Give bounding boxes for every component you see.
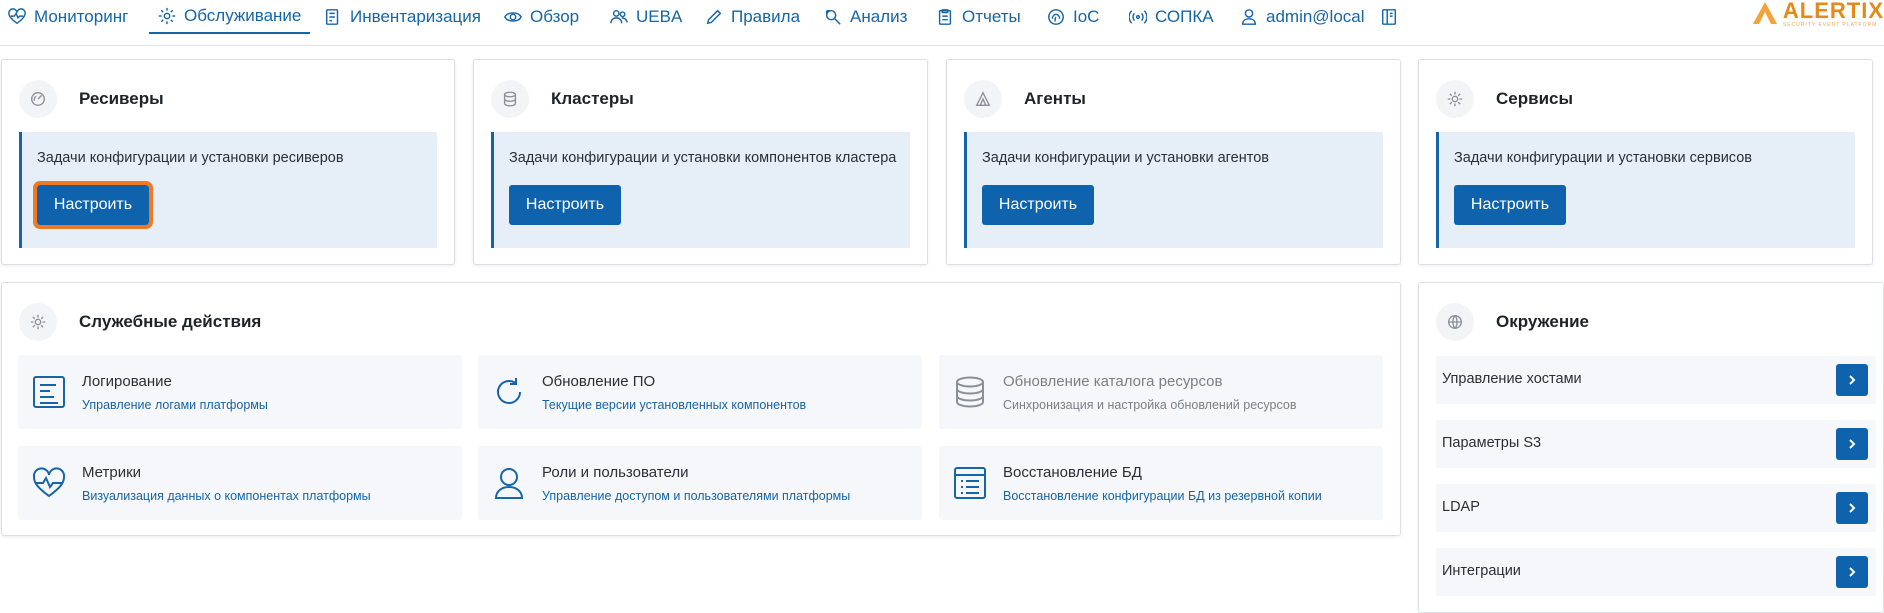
- configure-services-button[interactable]: Настроить: [1454, 185, 1566, 225]
- users-icon: [610, 9, 628, 23]
- services-card: Сервисы Задачи конфигурации и установки …: [1418, 59, 1873, 265]
- database-icon: [491, 80, 529, 118]
- agent-icon: [964, 80, 1002, 118]
- nav-item-analysis[interactable]: Анализ: [824, 0, 907, 33]
- nav-item-maintenance[interactable]: Обслуживание: [149, 0, 311, 34]
- broadcast-icon: [1129, 9, 1147, 24]
- book-icon: [1381, 8, 1397, 25]
- card-body: Задачи конфигурации и установки ресиверо…: [19, 132, 437, 248]
- clipboard-icon: [938, 8, 952, 25]
- panel-title: Окружение: [1496, 312, 1590, 331]
- panel-title: Служебные действия: [79, 312, 262, 331]
- card-description: Задачи конфигурации и установки ресиверо…: [37, 150, 344, 166]
- tile-metrics[interactable]: Метрики Визуализация данных о компонента…: [18, 446, 462, 520]
- tile-logging[interactable]: Логирование Управление логами платформы: [18, 355, 462, 429]
- env-item-integrations[interactable]: Интеграции: [1436, 548, 1876, 596]
- heart-pulse-icon: [32, 467, 66, 498]
- receiver-icon: [19, 80, 57, 118]
- card-description: Задачи конфигурации и установки сервисов: [1454, 150, 1752, 166]
- environment-panel: Окружение Управление хостами Параметры S…: [1418, 282, 1884, 613]
- gear-icon: [19, 303, 57, 341]
- card-body: Задачи конфигурации и установки сервисов…: [1436, 132, 1855, 248]
- card-description: Задачи конфигурации и установки агентов: [982, 150, 1269, 166]
- tile-software-update[interactable]: Обновление ПО Текущие версии установленн…: [478, 355, 922, 429]
- edit-list-icon: [325, 8, 339, 25]
- open-ldap-button[interactable]: [1836, 492, 1868, 524]
- configure-agents-button[interactable]: Настроить: [982, 185, 1094, 225]
- nav-item-ueba[interactable]: UEBA: [610, 0, 682, 33]
- gear-icon: [158, 7, 176, 25]
- card-title: Сервисы: [1496, 89, 1573, 108]
- nav-item-docs[interactable]: [1380, 0, 1398, 33]
- fingerprint-icon: [1048, 8, 1064, 25]
- chevron-right-icon: [1849, 375, 1856, 385]
- top-navigation: Мониторинг Обслуживание Инвентаризация О…: [0, 0, 1884, 46]
- chevron-right-icon: [1849, 439, 1856, 449]
- user-icon: [494, 468, 524, 499]
- service-actions-panel: Служебные действия Логирование Управлени…: [1, 282, 1401, 536]
- open-host-management-button[interactable]: [1836, 364, 1868, 396]
- env-item-s3-params[interactable]: Параметры S3: [1436, 420, 1876, 468]
- card-body: Задачи конфигурации и установки компонен…: [491, 132, 910, 248]
- configure-receivers-button[interactable]: Настроить: [33, 181, 153, 229]
- configure-clusters-button[interactable]: Настроить: [509, 185, 621, 225]
- gear-icon: [1436, 80, 1474, 118]
- nav-item-rules[interactable]: Правила: [705, 0, 800, 33]
- card-title: Агенты: [1024, 89, 1086, 108]
- pencil-icon: [706, 9, 722, 24]
- list-icon: [954, 467, 986, 499]
- open-integrations-button[interactable]: [1836, 556, 1868, 588]
- env-item-ldap[interactable]: LDAP: [1436, 484, 1876, 532]
- nav-item-monitoring[interactable]: Мониторинг: [8, 0, 128, 33]
- nav-item-overview[interactable]: Обзор: [504, 0, 579, 33]
- open-s3-params-button[interactable]: [1836, 428, 1868, 460]
- nav-item-inventory[interactable]: Инвентаризация: [324, 0, 481, 33]
- database-icon: [956, 376, 984, 408]
- chevron-right-icon: [1849, 503, 1856, 513]
- nav-item-user-account[interactable]: admin@local: [1240, 0, 1365, 33]
- card-title: Кластеры: [551, 89, 634, 108]
- heartbeat-icon: [8, 7, 26, 24]
- clusters-card: Кластеры Задачи конфигурации и установки…: [473, 59, 928, 265]
- agents-card: Агенты Задачи конфигурации и установки а…: [946, 59, 1401, 265]
- tile-resource-catalog-update[interactable]: Обновление каталога ресурсов Синхронизац…: [939, 355, 1383, 429]
- user-icon: [1241, 8, 1257, 25]
- tile-db-restore[interactable]: Восстановление БД Восстановление конфигу…: [939, 446, 1383, 520]
- card-description: Задачи конфигурации и установки компонен…: [509, 150, 897, 166]
- magnifier-icon: [825, 9, 841, 25]
- chevron-right-icon: [1849, 567, 1856, 577]
- globe-icon: [1436, 303, 1474, 341]
- nav-item-sopka[interactable]: СОПКА: [1129, 0, 1214, 33]
- refresh-icon: [497, 378, 521, 404]
- nav-item-ioc[interactable]: IoC: [1047, 0, 1099, 33]
- card-body: Задачи конфигурации и установки агентов …: [964, 132, 1383, 248]
- log-icon: [33, 376, 65, 408]
- card-title: Ресиверы: [79, 89, 164, 108]
- nav-item-reports[interactable]: Отчеты: [936, 0, 1021, 33]
- env-item-host-management[interactable]: Управление хостами: [1436, 356, 1876, 404]
- eye-icon: [504, 11, 522, 22]
- alertix-logo: ALERTIX SECURITY EVENT PLATFORM: [1751, 0, 1884, 28]
- tile-roles-users[interactable]: Роли и пользователи Управление доступом …: [478, 446, 922, 520]
- receivers-card: Ресиверы Задачи конфигурации и установки…: [1, 59, 455, 265]
- logo-mark-icon: [1752, 2, 1777, 24]
